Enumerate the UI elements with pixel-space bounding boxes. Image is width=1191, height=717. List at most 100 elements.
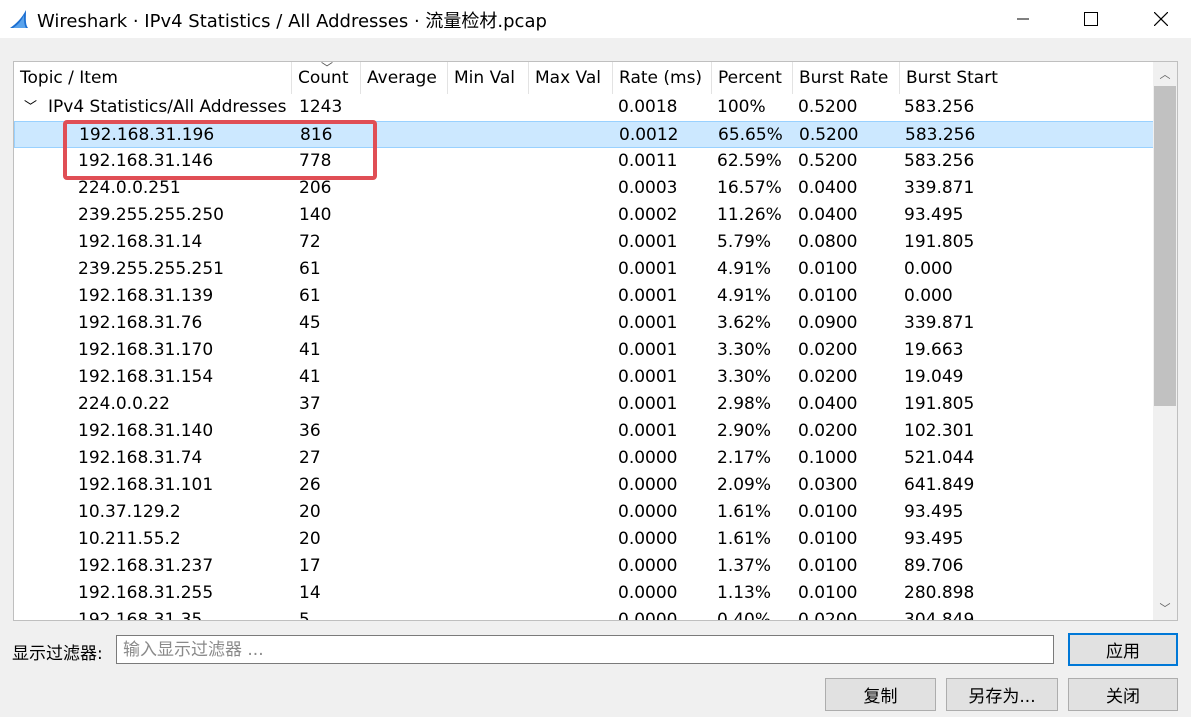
- row-percent: 1.37%: [717, 556, 772, 576]
- row-burst-rate: 0.0100: [798, 556, 858, 576]
- row-rate: 0.0001: [618, 421, 678, 441]
- row-count: 72: [299, 232, 321, 252]
- row-burst-rate: 0.0300: [798, 475, 858, 495]
- row-burst-start: 583.256: [904, 97, 975, 117]
- row-count: 17: [299, 556, 321, 576]
- column-header-topic[interactable]: Topic / Item: [14, 62, 292, 94]
- row-topic: 192.168.31.237: [78, 556, 214, 576]
- row-topic: 192.168.31.170: [78, 340, 214, 360]
- tree-row[interactable]: 10.37.129.2 20 0.0000 1.61% 0.0100 93.495: [14, 499, 1154, 526]
- row-burst-rate: 0.0200: [798, 340, 858, 360]
- row-burst-start: 19.663: [904, 340, 964, 360]
- row-percent: 2.17%: [717, 448, 772, 468]
- row-percent: 3.30%: [717, 340, 772, 360]
- row-burst-rate: 0.0400: [798, 394, 858, 414]
- tree-row[interactable]: 239.255.255.250 140 0.0002 11.26% 0.0400 93.4…: [14, 202, 1154, 229]
- row-topic: 192.168.31.154: [78, 367, 214, 387]
- tree-row[interactable]: 192.168.31.14 72 0.0001 5.79% 0.0800 191.805: [14, 229, 1154, 256]
- column-header-burst-start[interactable]: Burst Start: [900, 62, 1154, 94]
- row-topic: 192.168.31.76: [78, 313, 203, 333]
- tree-row[interactable]: ﹀ IPv4 Statistics/All Addresses 1243 0.0018…: [14, 94, 1154, 121]
- row-percent: 2.98%: [717, 394, 772, 414]
- row-rate: 0.0018: [618, 97, 678, 117]
- row-percent: 1.13%: [717, 583, 772, 603]
- tree-row[interactable]: 192.168.31.170 41 0.0001 3.30% 0.0200 19.663: [14, 337, 1154, 364]
- row-percent: 2.90%: [717, 421, 772, 441]
- row-burst-start: 280.898: [904, 583, 975, 603]
- row-topic: 224.0.0.22: [78, 394, 170, 414]
- scroll-down-arrow-icon[interactable]: ﹀: [1153, 596, 1177, 620]
- tree-row[interactable]: 192.168.31.154 41 0.0001 3.30% 0.0200 19.049: [14, 364, 1154, 391]
- tree-row[interactable]: 192.168.31.35 5 0.0000 0.40% 0.0200 304.849: [14, 607, 1154, 621]
- row-topic: 192.168.31.101: [78, 475, 214, 495]
- save-as-button[interactable]: 另存为...: [946, 678, 1058, 711]
- tree-row[interactable]: 192.168.31.140 36 0.0001 2.90% 0.0200 102.301: [14, 418, 1154, 445]
- row-topic: 192.168.31.255: [78, 583, 214, 603]
- row-percent: 4.91%: [717, 259, 772, 279]
- row-count: 36: [299, 421, 321, 441]
- column-header-burst-rate[interactable]: Burst Rate: [793, 62, 900, 94]
- tree-row[interactable]: 239.255.255.251 61 0.0001 4.91% 0.0100 0.000: [14, 256, 1154, 283]
- row-burst-start: 191.805: [904, 394, 975, 414]
- close-button[interactable]: 关闭: [1068, 678, 1178, 711]
- row-topic: 192.168.31.74: [78, 448, 203, 468]
- row-burst-start: 93.495: [904, 529, 964, 549]
- row-topic: 192.168.31.140: [78, 421, 214, 441]
- row-burst-start: 93.495: [904, 205, 964, 225]
- row-topic: 239.255.255.250: [78, 205, 225, 225]
- tree-row[interactable]: 192.168.31.255 14 0.0000 1.13% 0.0100 280.898: [14, 580, 1154, 607]
- tree-row[interactable]: 192.168.31.139 61 0.0001 4.91% 0.0100 0.000: [14, 283, 1154, 310]
- row-burst-rate: 0.0800: [798, 232, 858, 252]
- row-percent: 65.65%: [718, 125, 783, 145]
- display-filter-label: 显示过滤器:: [12, 644, 103, 664]
- copy-button[interactable]: 复制: [825, 678, 936, 711]
- tree-row[interactable]: 192.168.31.101 26 0.0000 2.09% 0.0300 641.849: [14, 472, 1154, 499]
- maximize-button[interactable]: [1068, 0, 1114, 38]
- expand-chevron-icon[interactable]: ﹀: [24, 94, 37, 121]
- column-header-rate[interactable]: Rate (ms): [613, 62, 712, 94]
- row-rate: 0.0001: [618, 340, 678, 360]
- tree-row[interactable]: 224.0.0.22 37 0.0001 2.98% 0.0400 191.805: [14, 391, 1154, 418]
- highlight-annotation-box: [63, 120, 377, 180]
- row-percent: 5.79%: [717, 232, 772, 252]
- row-percent: 100%: [717, 97, 766, 117]
- row-count: 61: [299, 286, 321, 306]
- minimize-button[interactable]: [1000, 0, 1046, 38]
- row-count: 1243: [299, 97, 343, 117]
- sort-descending-icon: ﹀: [321, 61, 334, 75]
- row-burst-start: 339.871: [904, 178, 975, 198]
- row-rate: 0.0000: [618, 556, 678, 576]
- row-burst-start: 89.706: [904, 556, 964, 576]
- row-burst-rate: 0.0900: [798, 313, 858, 333]
- scrollbar-thumb[interactable]: [1154, 86, 1176, 406]
- row-rate: 0.0011: [618, 151, 678, 171]
- minimize-icon: [1017, 18, 1029, 20]
- vertical-scrollbar[interactable]: ︿ ﹀: [1153, 62, 1177, 620]
- scroll-up-arrow-icon[interactable]: ︿: [1153, 62, 1177, 86]
- row-topic: IPv4 Statistics/All Addresses: [48, 97, 287, 117]
- column-header-min-val[interactable]: Min Val: [448, 62, 529, 94]
- row-count: 14: [299, 583, 321, 603]
- tree-row[interactable]: 192.168.31.237 17 0.0000 1.37% 0.0100 89.706: [14, 553, 1154, 580]
- tree-row[interactable]: 10.211.55.2 20 0.0000 1.61% 0.0100 93.495: [14, 526, 1154, 553]
- row-burst-start: 93.495: [904, 502, 964, 522]
- column-header-percent[interactable]: Percent: [712, 62, 793, 94]
- close-window-button[interactable]: [1138, 0, 1184, 38]
- apply-button[interactable]: 应用: [1068, 633, 1178, 666]
- tree-row[interactable]: 192.168.31.74 27 0.0000 2.17% 0.1000 521.044: [14, 445, 1154, 472]
- row-count: 20: [299, 529, 321, 549]
- row-rate: 0.0000: [618, 583, 678, 603]
- row-burst-rate: 0.0200: [798, 367, 858, 387]
- row-count: 5: [299, 610, 310, 621]
- row-burst-rate: 0.0100: [798, 583, 858, 603]
- row-burst-start: 583.256: [904, 151, 975, 171]
- row-burst-rate: 0.0200: [798, 610, 858, 621]
- row-rate: 0.0001: [618, 313, 678, 333]
- row-topic: 10.211.55.2: [78, 529, 181, 549]
- row-topic: 10.37.129.2: [78, 502, 181, 522]
- column-header-average[interactable]: Average: [361, 62, 448, 94]
- tree-row[interactable]: 192.168.31.76 45 0.0001 3.62% 0.0900 339.871: [14, 310, 1154, 337]
- display-filter-input[interactable]: [116, 635, 1054, 664]
- row-burst-rate: 0.5200: [798, 97, 858, 117]
- column-header-max-val[interactable]: Max Val: [529, 62, 613, 94]
